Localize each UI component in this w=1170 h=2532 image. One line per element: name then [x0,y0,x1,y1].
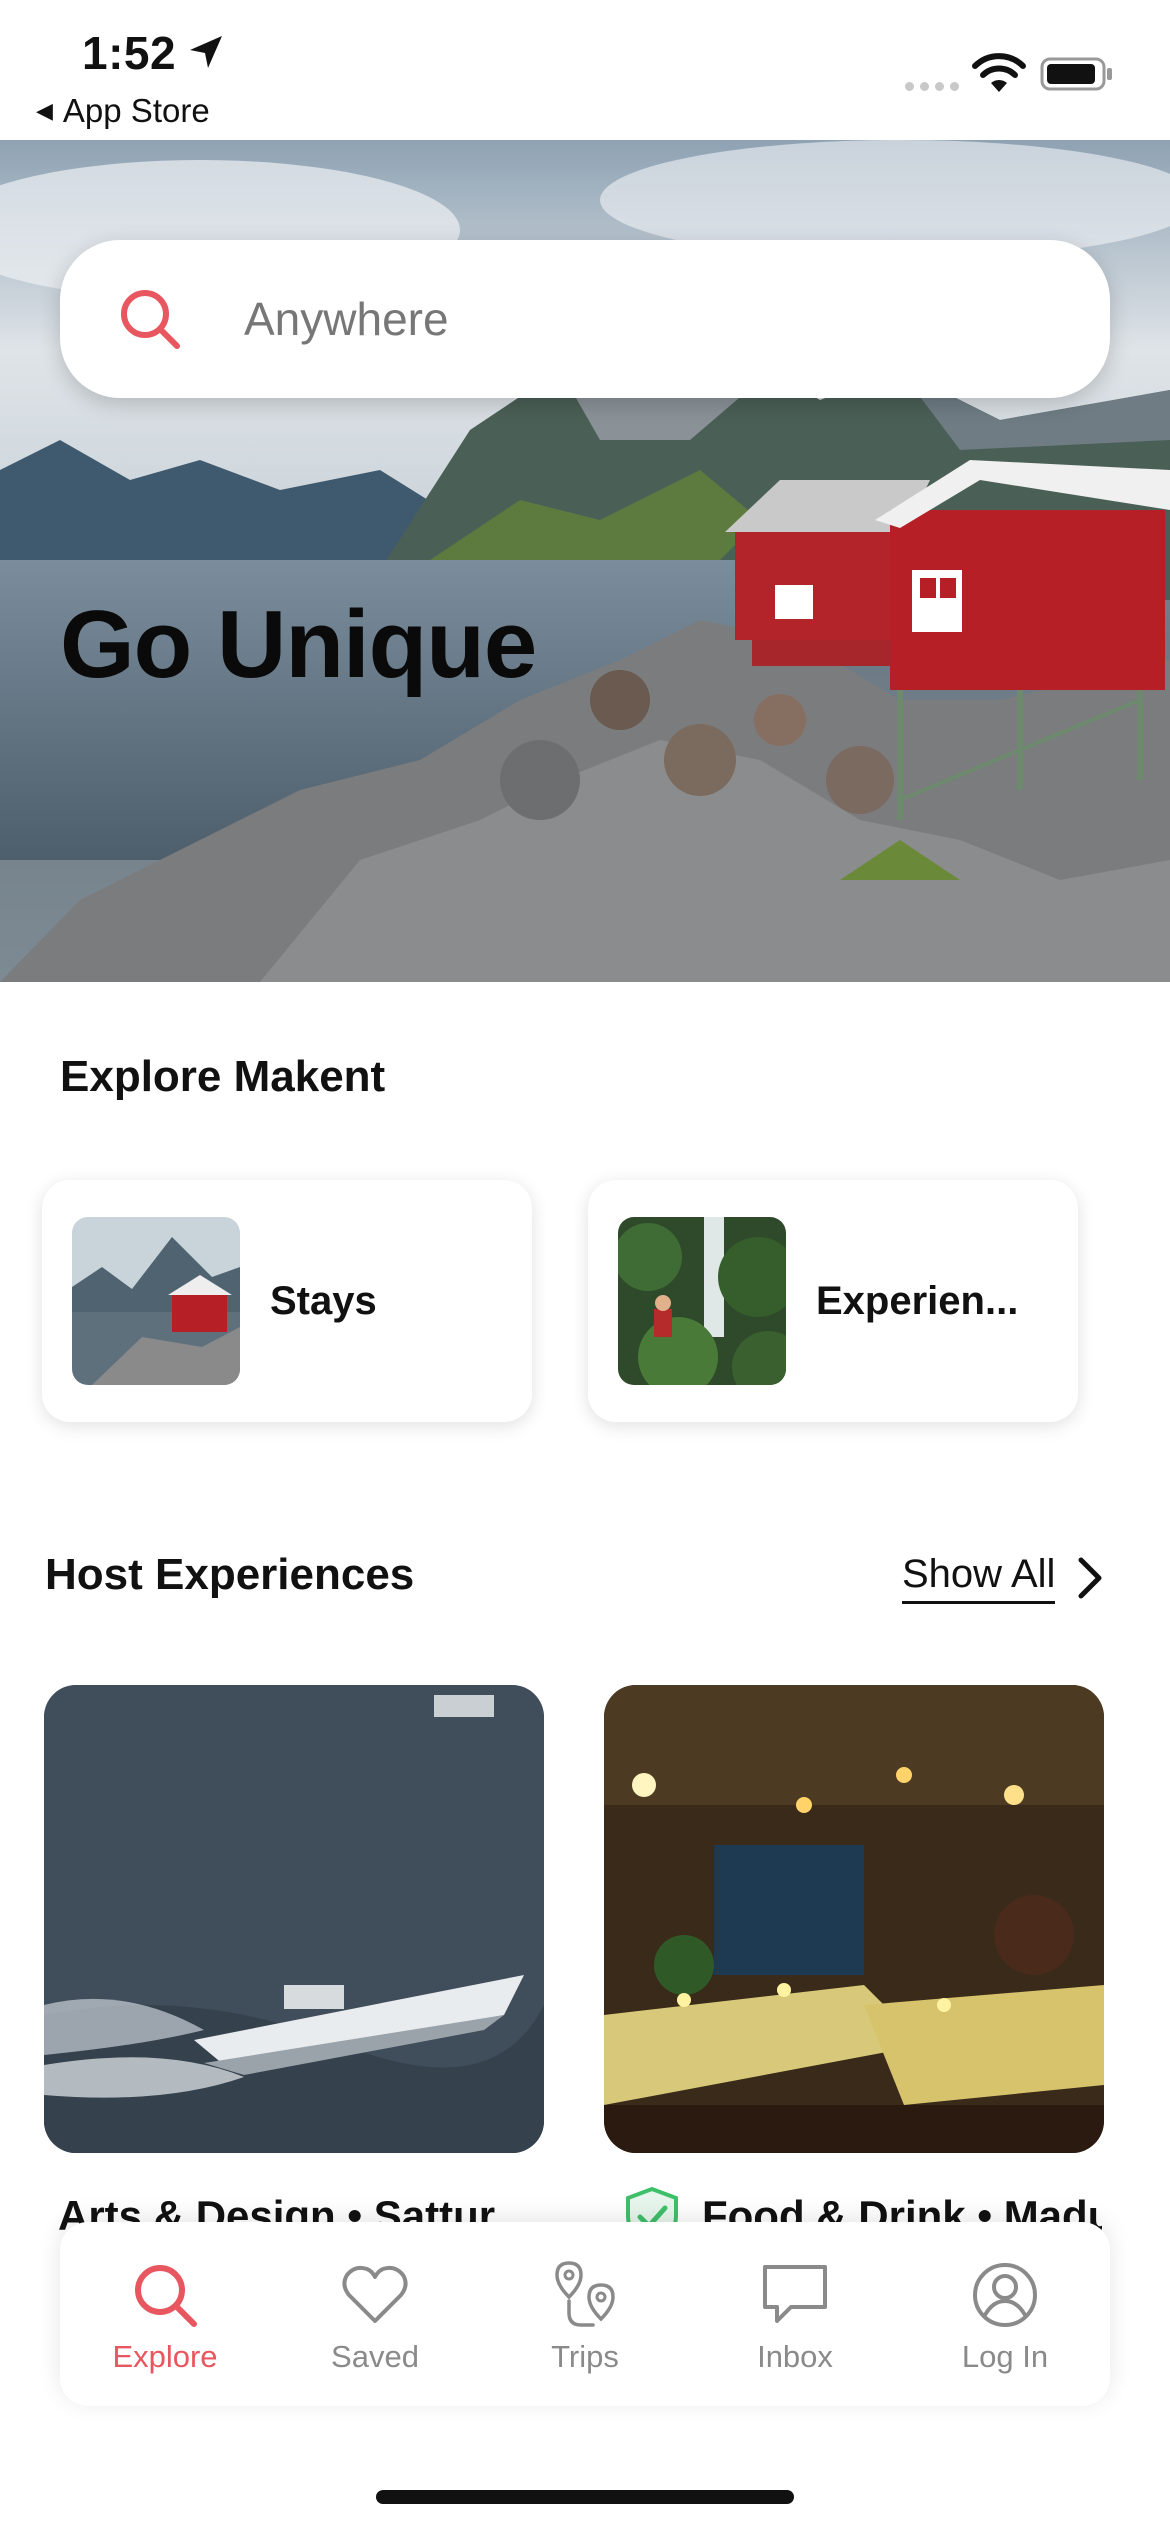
tab-saved[interactable]: Saved [285,2259,465,2375]
tab-inbox-label: Inbox [757,2339,833,2374]
back-to-app-link[interactable]: ◀ App Store [36,92,210,130]
explore-card-stays[interactable]: Stays [42,1180,532,1422]
cellular-signal-icon [905,82,959,91]
experience-card-restaurant-image[interactable] [604,1685,1104,2153]
wifi-icon [972,53,1026,92]
host-experiences-title: Host Experiences [45,1550,415,1599]
hero-title: Go Unique [60,591,537,698]
tab-trips[interactable]: Trips [495,2259,675,2375]
tab-saved-label: Saved [331,2339,419,2374]
user-icon [973,2263,1037,2327]
home-indicator [376,2490,794,2504]
status-time: 1:52 [82,27,177,79]
search-icon [121,290,180,349]
chat-icon [763,2265,827,2323]
chevron-right-icon [1078,1557,1102,1599]
show-all-link[interactable]: Show All [902,1552,1105,1604]
search-input[interactable]: Anywhere [244,292,449,346]
tab-login-label: Log In [961,2339,1049,2374]
explore-card-experiences-label: Experien... [816,1278,1019,1323]
bottom-tab-bar: Explore Saved Trips Inbox Log In [60,2222,1110,2406]
show-all-label: Show All [902,1552,1056,1604]
route-icon [555,2261,615,2327]
stays-thumbnail [72,1217,240,1385]
hero-banner: Anywhere Go Unique [0,140,1170,982]
experiences-thumbnail [618,1217,786,1385]
explore-card-stays-label: Stays [270,1278,377,1323]
location-arrow-icon [190,36,222,68]
explore-card-experiences[interactable]: Experien... [588,1180,1078,1422]
search-bar[interactable]: Anywhere [60,240,1110,398]
tab-trips-label: Trips [551,2339,619,2374]
heart-icon [342,2265,408,2323]
tab-explore[interactable]: Explore [75,2259,255,2375]
search-icon [135,2265,197,2327]
tab-inbox[interactable]: Inbox [705,2259,885,2375]
status-bar: 1:52 ◀ App Store [0,0,1170,140]
battery-icon [1040,57,1112,91]
experience-card-boat-image[interactable] [44,1685,544,2153]
back-app-label: App Store [62,92,210,129]
explore-section-title: Explore Makent [60,1052,386,1101]
tab-login[interactable]: Log In [915,2259,1095,2375]
back-triangle-icon: ◀ [36,98,53,123]
tab-explore-label: Explore [112,2339,218,2374]
